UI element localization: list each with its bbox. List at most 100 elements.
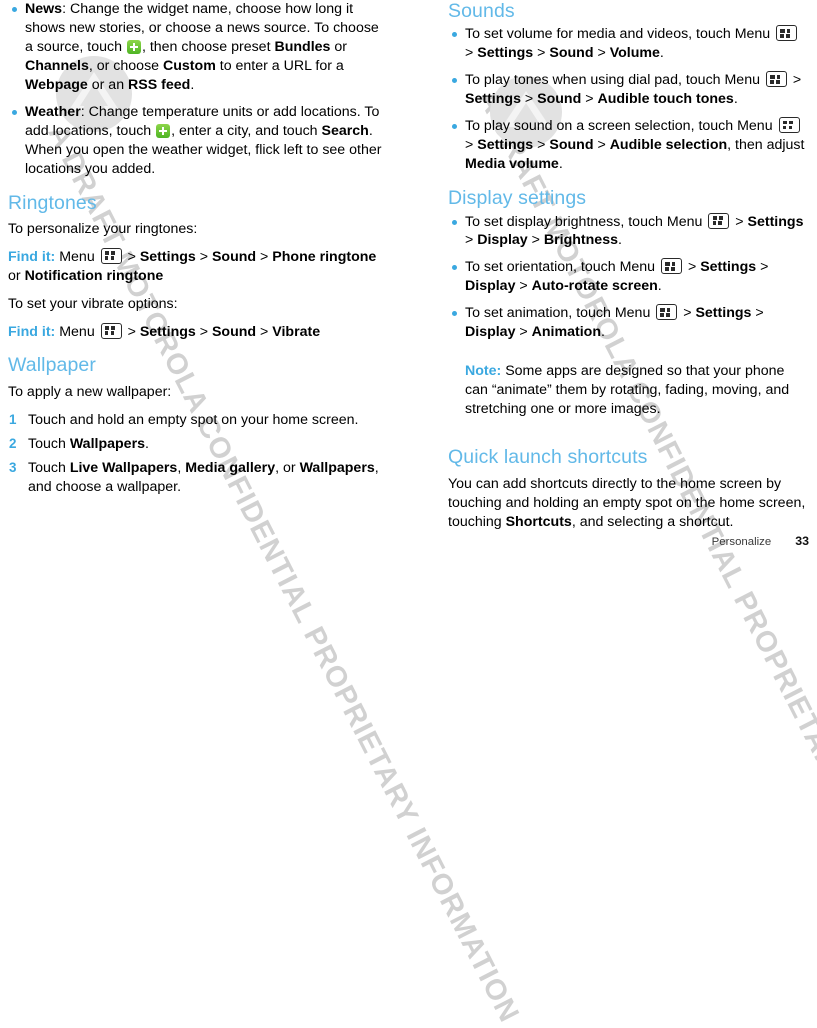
sounds-bullet-list: To set volume for media and videos, touc… [448, 25, 810, 174]
emphasis-text: Settings [477, 137, 534, 154]
green-plus-icon [126, 39, 141, 54]
emphasis-text: Display [465, 324, 516, 341]
menu-grid-icon [656, 304, 678, 321]
list-item-display-orientation: To set orientation, touch Menu > Setting… [448, 258, 810, 296]
emphasis-text: Sound [211, 248, 257, 265]
heading-sounds: Sounds [448, 0, 515, 22]
news-bullet-text: News: Change the widget name, choose how… [25, 1, 379, 93]
emphasis-text: Sound [549, 137, 594, 154]
findit-vibrate: Find it: Menu > Settings > Sound > Vibra… [8, 322, 388, 342]
menu-grid-icon [778, 117, 800, 134]
list-item-step-2: Touch Wallpapers. [8, 435, 388, 454]
bullet-text: To set display brightness, touch Menu > … [465, 212, 804, 249]
menu-grid-icon [661, 258, 683, 275]
right-column: Sounds To set volume for media and video… [448, 0, 810, 532]
bullet-text: To play sound on a screen selection, tou… [465, 117, 805, 173]
emphasis-text: Volume [609, 45, 660, 62]
findit-label: Find it: [8, 323, 56, 340]
emphasis-text: News [25, 1, 63, 17]
footer-page-number: 33 [795, 534, 809, 548]
emphasis-text: Display [465, 278, 516, 295]
list-item-sound-volume: To set volume for media and videos, touc… [448, 25, 810, 63]
findit-path: Menu > Settings > Sound > Phone ringtone… [8, 247, 377, 284]
emphasis-text: Sound [211, 323, 257, 340]
emphasis-text: Display [477, 232, 528, 249]
emphasis-text: Shortcuts [505, 513, 572, 530]
emphasis-text: Search [321, 122, 369, 139]
emphasis-text: Phone ringtone [272, 248, 377, 265]
menu-grid-icon [776, 25, 798, 42]
heading-wallpaper: Wallpaper [8, 354, 96, 377]
emphasis-text: Settings [465, 91, 521, 108]
emphasis-text: Sound [549, 45, 594, 62]
emphasis-text: Vibrate [272, 323, 321, 340]
bullet-text: To play tones when using dial pad, touch… [465, 71, 802, 108]
heading-display-settings: Display settings [448, 187, 587, 210]
list-item-display-animation: To set animation, touch Menu > Settings … [448, 304, 810, 342]
menu-grid-icon [100, 322, 122, 339]
quick-launch-body: You can add shortcuts directly to the ho… [448, 475, 810, 532]
findit-label: Find it: [8, 248, 56, 265]
quick-launch-text: You can add shortcuts directly to the ho… [448, 475, 806, 530]
menu-grid-icon [100, 247, 122, 264]
emphasis-text: Audible selection [609, 137, 728, 154]
step-text: Touch Live Wallpapers, Media gallery, or… [28, 459, 379, 495]
emphasis-text: Bundles [274, 38, 331, 55]
widget-bullet-list: News: Change the widget name, choose how… [8, 0, 388, 179]
emphasis-text: Weather [25, 103, 81, 120]
note-animation: Note: Some apps are designed so that you… [448, 362, 810, 419]
findit-phone-ringtone: Find it: Menu > Settings > Sound > Phone… [8, 247, 388, 286]
list-item-step-3: Touch Live Wallpapers, Media gallery, or… [8, 459, 388, 497]
emphasis-text: Settings [700, 259, 757, 276]
emphasis-text: Settings [695, 305, 752, 322]
emphasis-text: Auto-rotate screen [531, 278, 658, 295]
wallpaper-steps: Touch and hold an empty spot on your hom… [8, 411, 388, 497]
emphasis-text: Sound [537, 91, 582, 108]
emphasis-text: Settings [139, 323, 196, 340]
footer-section-name: Personalize [711, 536, 772, 548]
emphasis-text: Wallpapers [69, 435, 145, 452]
left-column: News: Change the widget name, choose how… [8, 0, 388, 501]
step-text: Touch and hold an empty spot on your hom… [28, 411, 359, 428]
emphasis-text: Notification ringtone [24, 267, 164, 284]
step-text: Touch Wallpapers. [28, 435, 149, 452]
green-plus-icon [156, 123, 171, 138]
emphasis-text: Brightness [543, 232, 618, 249]
note-label: Note: [465, 363, 502, 380]
list-item-sound-touch-tones: To play tones when using dial pad, touch… [448, 71, 810, 109]
ringtones-intro: To personalize your ringtones: [8, 221, 198, 237]
emphasis-text: Live Wallpapers [69, 459, 178, 476]
list-item-weather: Weather: Change temperature units or add… [8, 103, 388, 179]
emphasis-text: Custom [163, 57, 216, 74]
emphasis-text: Animation [531, 324, 601, 341]
heading-ringtones: Ringtones [8, 191, 97, 214]
display-bullet-list: To set display brightness, touch Menu > … [448, 212, 810, 343]
emphasis-text: Channels [25, 57, 89, 74]
note-text: Some apps are designed so that your phon… [465, 363, 790, 418]
page-footer: Personalize 33 [0, 534, 817, 548]
menu-grid-icon [708, 212, 730, 229]
findit-path: Menu > Settings > Sound > Vibrate [55, 322, 321, 340]
heading-quick-launch-shortcuts: Quick launch shortcuts [448, 446, 648, 469]
list-item-step-1: Touch and hold an empty spot on your hom… [8, 411, 388, 430]
list-item-news: News: Change the widget name, choose how… [8, 0, 388, 95]
bullet-text: To set animation, touch Menu > Settings … [465, 304, 764, 341]
manual-page: News: Change the widget name, choose how… [0, 0, 817, 556]
bullet-text: To set volume for media and videos, touc… [465, 25, 799, 62]
emphasis-text: Media gallery [185, 459, 276, 476]
bullet-text: To set orientation, touch Menu > Setting… [465, 258, 769, 295]
list-item-display-brightness: To set display brightness, touch Menu > … [448, 212, 810, 251]
emphasis-text: Wallpapers [299, 459, 375, 476]
vibrate-intro: To set your vibrate options: [8, 295, 178, 312]
emphasis-text: RSS feed [128, 76, 191, 93]
emphasis-text: Webpage [25, 76, 88, 93]
emphasis-text: Settings [477, 45, 534, 62]
emphasis-text: Settings [747, 213, 804, 230]
wallpaper-intro: To apply a new wallpaper: [8, 383, 172, 400]
emphasis-text: Media volume [465, 156, 559, 173]
menu-grid-icon [765, 71, 787, 88]
list-item-sound-audible-selection: To play sound on a screen selection, tou… [448, 117, 810, 174]
emphasis-text: Audible touch tones [597, 91, 734, 108]
emphasis-text: Settings [139, 248, 196, 265]
weather-bullet-text: Weather: Change temperature units or add… [25, 103, 382, 177]
